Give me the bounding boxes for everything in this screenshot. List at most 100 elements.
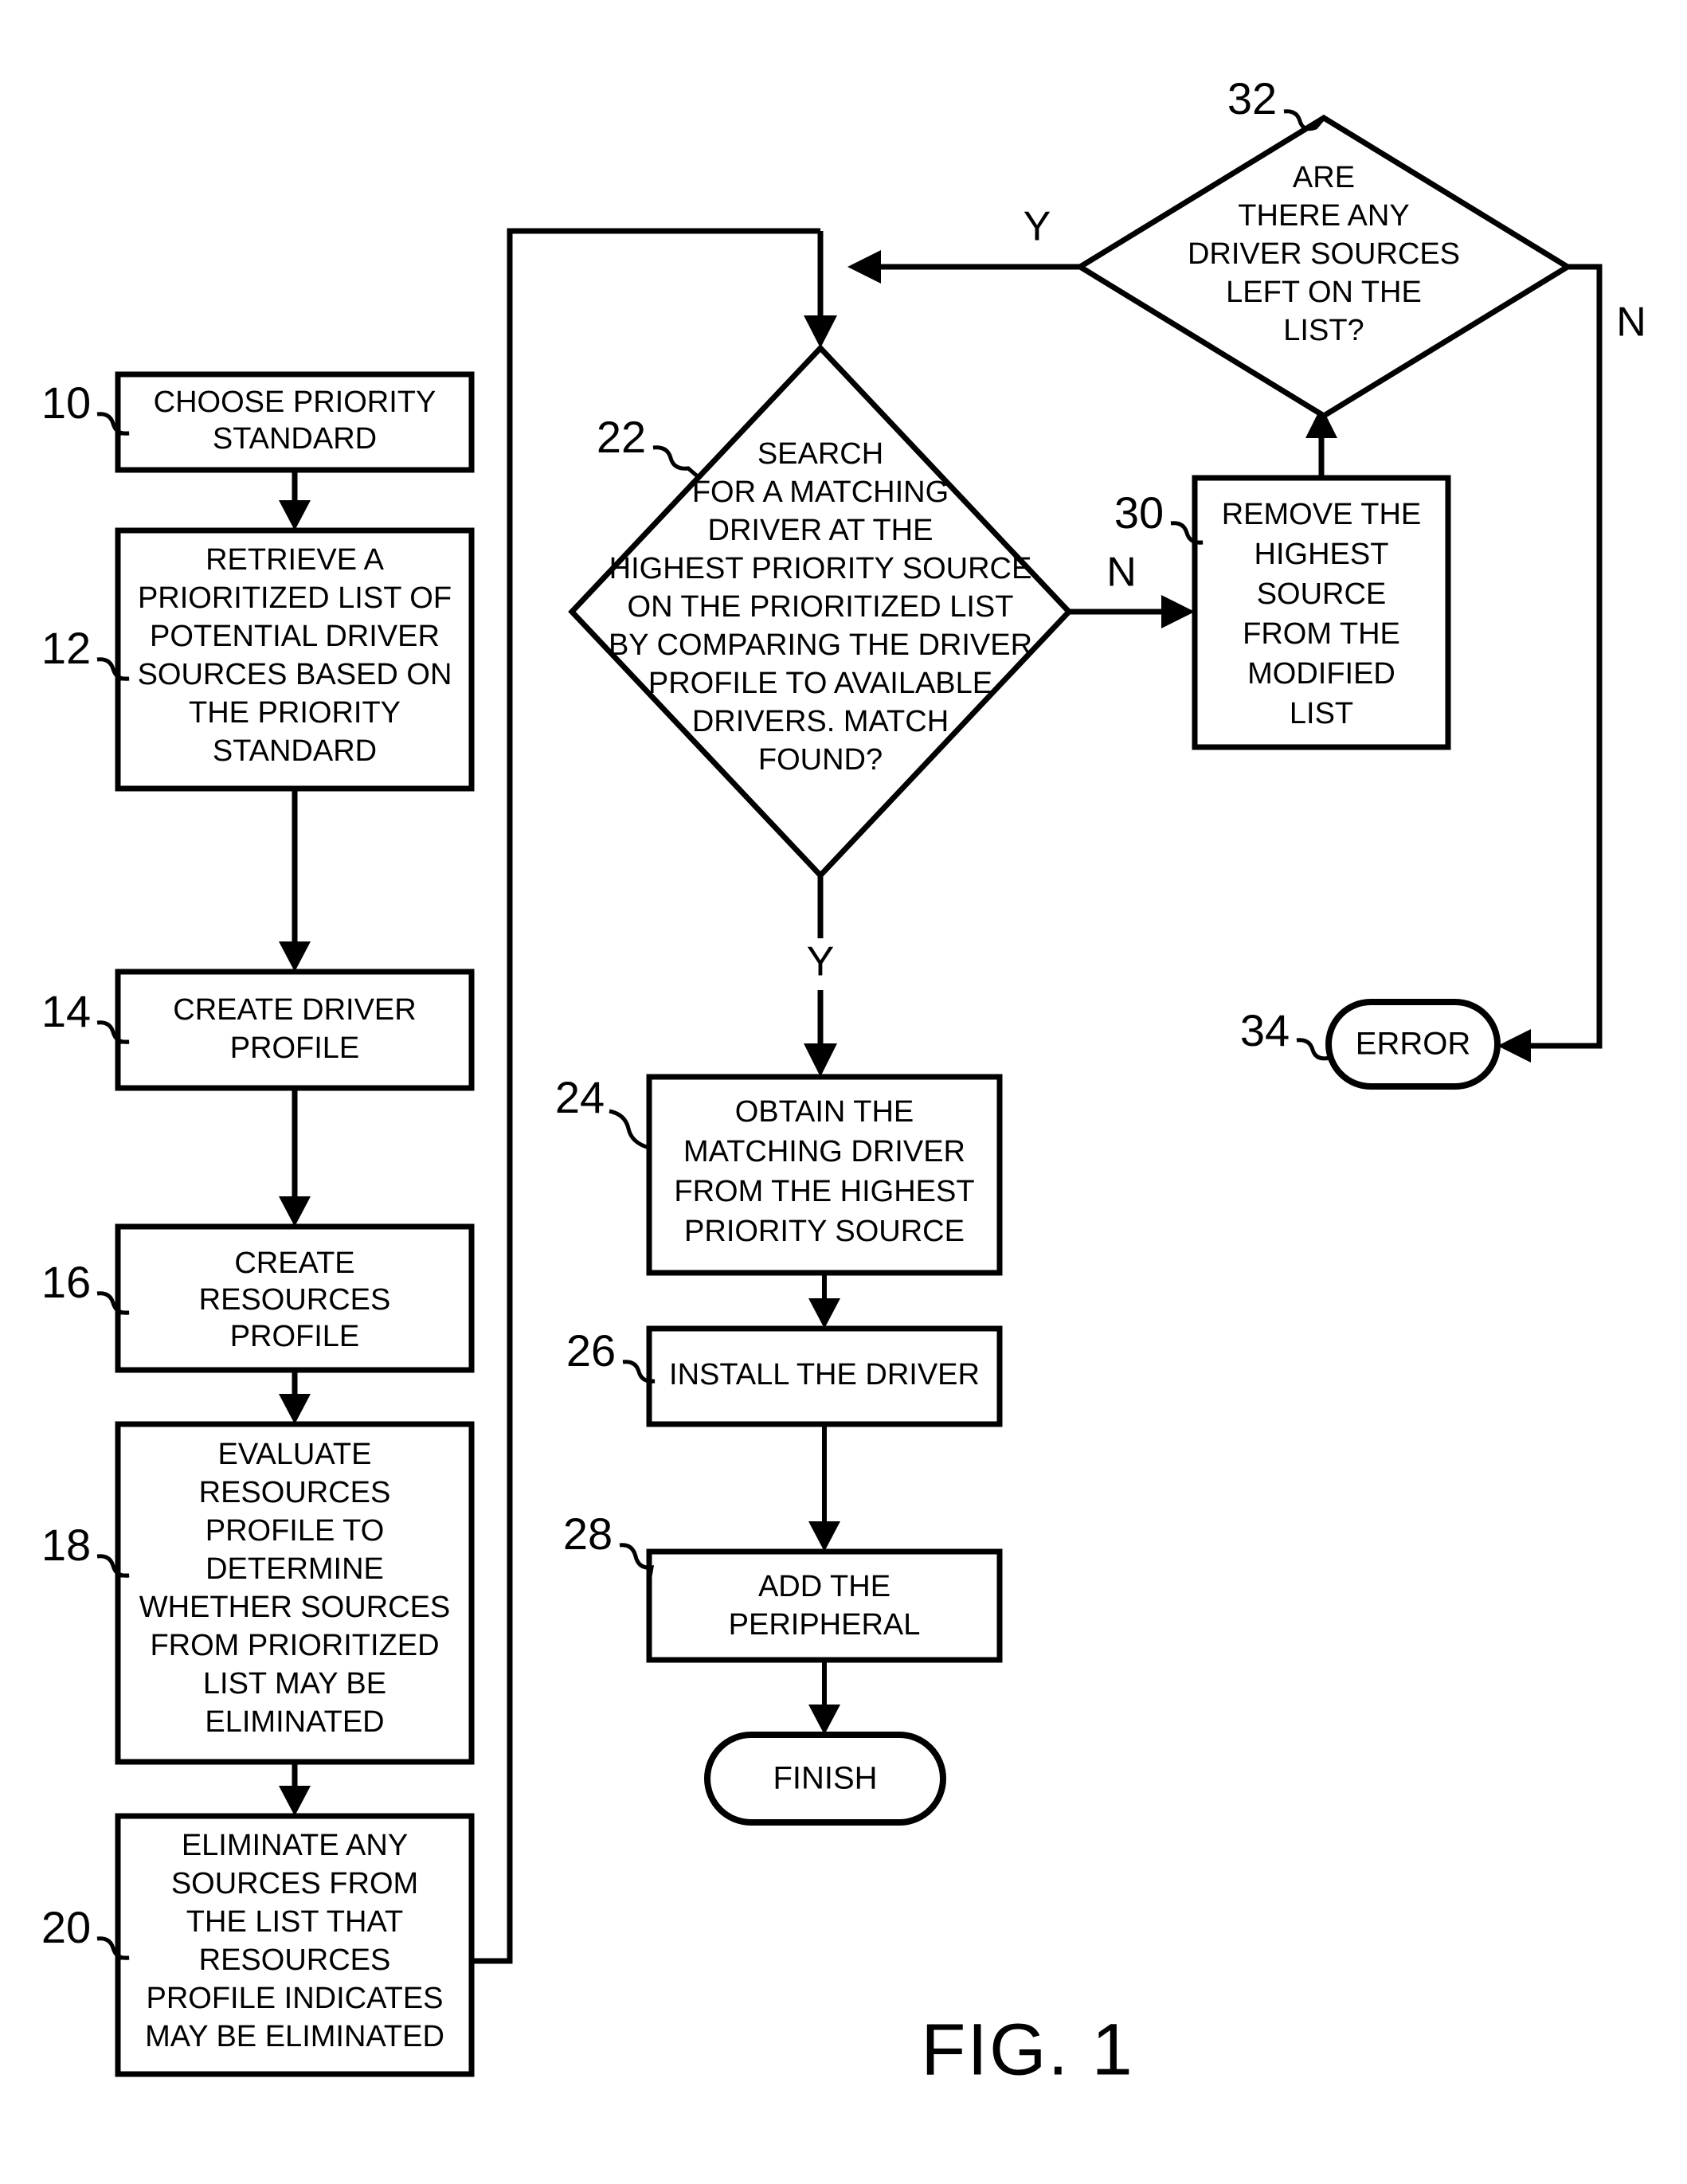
node-22-line-5: BY COMPARING THE DRIVER xyxy=(609,628,1032,662)
node-eliminate-sources[interactable]: ELIMINATE ANY SOURCES FROM THE LIST THAT… xyxy=(115,1813,475,2077)
node-30-line-4: MODIFIED xyxy=(1247,657,1395,691)
node-18-line-2: PROFILE TO xyxy=(205,1514,385,1548)
ref-label-30: 30 xyxy=(1114,487,1204,545)
flowchart-canvas: CHOOSE PRIORITY STANDARD 10 RETRIEVE A P… xyxy=(41,73,1646,2091)
node-create-driver-profile[interactable]: CREATE DRIVER PROFILE xyxy=(115,969,475,1091)
node-30-line-5: LIST xyxy=(1290,697,1353,730)
node-30-line-1: HIGHEST xyxy=(1254,538,1389,571)
node-evaluate-resources-profile[interactable]: EVALUATE RESOURCES PROFILE TO DETERMINE … xyxy=(115,1421,475,1765)
ref-number-22: 22 xyxy=(597,412,646,462)
node-14-line-0: CREATE DRIVER xyxy=(173,993,416,1027)
connector-18-to-20 xyxy=(279,1762,311,1816)
node-30-line-2: SOURCE xyxy=(1257,577,1387,611)
node-12-line-3: SOURCES BASED ON xyxy=(138,658,452,691)
ref-label-24: 24 xyxy=(555,1072,652,1157)
node-12-line-5: STANDARD xyxy=(213,734,377,768)
node-any-driver-sources-left[interactable]: ARE THERE ANY DRIVER SOURCES LEFT ON THE… xyxy=(1074,114,1573,420)
node-16-line-0: CREATE xyxy=(234,1247,354,1280)
ref-number-32: 32 xyxy=(1227,73,1277,123)
connector-32-no-to-error xyxy=(1497,264,1603,1063)
node-18-line-7: ELIMINATED xyxy=(205,1705,384,1739)
node-create-resources-profile[interactable]: CREATE RESOURCES PROFILE xyxy=(115,1223,475,1373)
node-24-line-3: PRIORITY SOURCE xyxy=(684,1215,965,1248)
node-14-line-1: PROFILE xyxy=(230,1031,360,1065)
node-20-line-0: ELIMINATE ANY xyxy=(182,1829,408,1862)
node-32-line-1: THERE ANY xyxy=(1238,199,1409,233)
branch-label-32-no: N xyxy=(1616,299,1646,346)
ref-number-12: 12 xyxy=(41,623,91,673)
node-retrieve-prioritized-list[interactable]: RETRIEVE A PRIORITIZED LIST OF POTENTIAL… xyxy=(115,527,475,792)
branch-label-22-no: N xyxy=(1106,550,1137,596)
node-20-line-5: MAY BE ELIMINATED xyxy=(145,2020,444,2053)
node-22-line-7: DRIVERS. MATCH xyxy=(692,705,949,738)
node-32-line-3: LEFT ON THE xyxy=(1226,276,1422,309)
node-20-line-1: SOURCES FROM xyxy=(171,1867,418,1900)
node-24-line-1: MATCHING DRIVER xyxy=(683,1135,965,1168)
ref-label-26: 26 xyxy=(566,1325,656,1384)
node-20-line-4: PROFILE INDICATES xyxy=(146,1982,443,2015)
node-error-label: ERROR xyxy=(1356,1027,1470,1062)
node-12-line-2: POTENTIAL DRIVER xyxy=(150,620,440,653)
ref-number-30: 30 xyxy=(1114,487,1164,538)
node-22-line-3: HIGHEST PRIORITY SOURCE xyxy=(609,552,1032,585)
node-28-line-0: ADD THE xyxy=(758,1570,890,1603)
ref-label-34: 34 xyxy=(1240,1005,1333,1061)
node-choose-priority-standard[interactable]: CHOOSE PRIORITY STANDARD xyxy=(115,371,475,473)
connector-14-to-16 xyxy=(279,1088,311,1227)
node-add-peripheral[interactable]: ADD THE PERIPHERAL xyxy=(646,1548,1003,1663)
node-18-line-1: RESOURCES xyxy=(199,1476,391,1509)
node-install-driver[interactable]: INSTALL THE DRIVER xyxy=(646,1325,1003,1427)
connector-26-to-28 xyxy=(808,1424,840,1552)
node-22-line-6: PROFILE TO AVAILABLE xyxy=(648,667,992,700)
node-32-line-2: DRIVER SOURCES xyxy=(1188,237,1460,271)
node-18-line-0: EVALUATE xyxy=(218,1438,372,1471)
ref-number-14: 14 xyxy=(41,986,91,1036)
node-error[interactable]: ERROR xyxy=(1325,999,1501,1090)
ref-number-34: 34 xyxy=(1240,1005,1290,1055)
node-24-line-2: FROM THE HIGHEST xyxy=(674,1175,974,1208)
node-finish[interactable]: FINISH xyxy=(704,1732,946,1826)
node-22-line-4: ON THE PRIORITIZED LIST xyxy=(628,590,1014,624)
ref-label-22: 22 xyxy=(597,412,701,479)
connector-10-to-12 xyxy=(279,470,311,530)
node-20-line-3: RESOURCES xyxy=(199,1943,391,1977)
node-30-line-0: REMOVE THE xyxy=(1222,498,1422,531)
node-18-line-3: DETERMINE xyxy=(205,1552,384,1586)
node-remove-highest-source[interactable]: REMOVE THE HIGHEST SOURCE FROM THE MODIF… xyxy=(1192,475,1451,750)
node-18-line-4: WHETHER SOURCES xyxy=(139,1591,451,1624)
node-obtain-matching-driver[interactable]: OBTAIN THE MATCHING DRIVER FROM THE HIGH… xyxy=(646,1074,1003,1276)
node-22-line-2: DRIVER AT THE xyxy=(708,514,934,547)
node-32-line-0: ARE xyxy=(1293,161,1355,194)
ref-number-24: 24 xyxy=(555,1072,605,1122)
ref-number-10: 10 xyxy=(41,378,91,428)
node-16-line-1: RESOURCES xyxy=(199,1283,391,1317)
node-32-line-4: LIST? xyxy=(1283,314,1364,347)
ref-number-18: 18 xyxy=(41,1520,91,1570)
ref-number-26: 26 xyxy=(566,1325,616,1376)
connector-22-no-to-30 xyxy=(1069,595,1195,628)
ref-label-28: 28 xyxy=(563,1509,655,1582)
connector-24-to-26 xyxy=(808,1273,840,1329)
ref-label-32: 32 xyxy=(1227,73,1325,131)
node-16-line-2: PROFILE xyxy=(230,1320,360,1353)
node-10-line-1: STANDARD xyxy=(213,422,377,456)
ref-number-20: 20 xyxy=(41,1902,91,1952)
node-26-line-0: INSTALL THE DRIVER xyxy=(669,1358,980,1391)
node-10-line-0: CHOOSE PRIORITY xyxy=(154,386,436,419)
ref-number-16: 16 xyxy=(41,1257,91,1307)
node-28-line-1: PERIPHERAL xyxy=(729,1608,921,1642)
connector-into-diamond-22-top xyxy=(804,231,837,348)
branch-label-32-yes: Y xyxy=(1024,204,1051,250)
node-30-line-3: FROM THE xyxy=(1243,617,1400,651)
ref-number-28: 28 xyxy=(563,1509,613,1559)
node-12-line-1: PRIORITIZED LIST OF xyxy=(138,581,452,615)
connector-28-to-finish xyxy=(808,1660,840,1735)
connector-16-to-18 xyxy=(279,1370,311,1424)
node-search-matching-driver[interactable]: SEARCH FOR A MATCHING DRIVER AT THE HIGH… xyxy=(568,343,1073,880)
figure-page: CHOOSE PRIORITY STANDARD 10 RETRIEVE A P… xyxy=(0,0,1687,2184)
node-22-line-0: SEARCH xyxy=(757,437,883,471)
node-24-line-0: OBTAIN THE xyxy=(735,1095,914,1129)
connector-32-yes-to-22 xyxy=(847,250,1080,284)
node-12-line-0: RETRIEVE A xyxy=(205,543,384,577)
node-12-line-4: THE PRIORITY xyxy=(189,696,401,730)
